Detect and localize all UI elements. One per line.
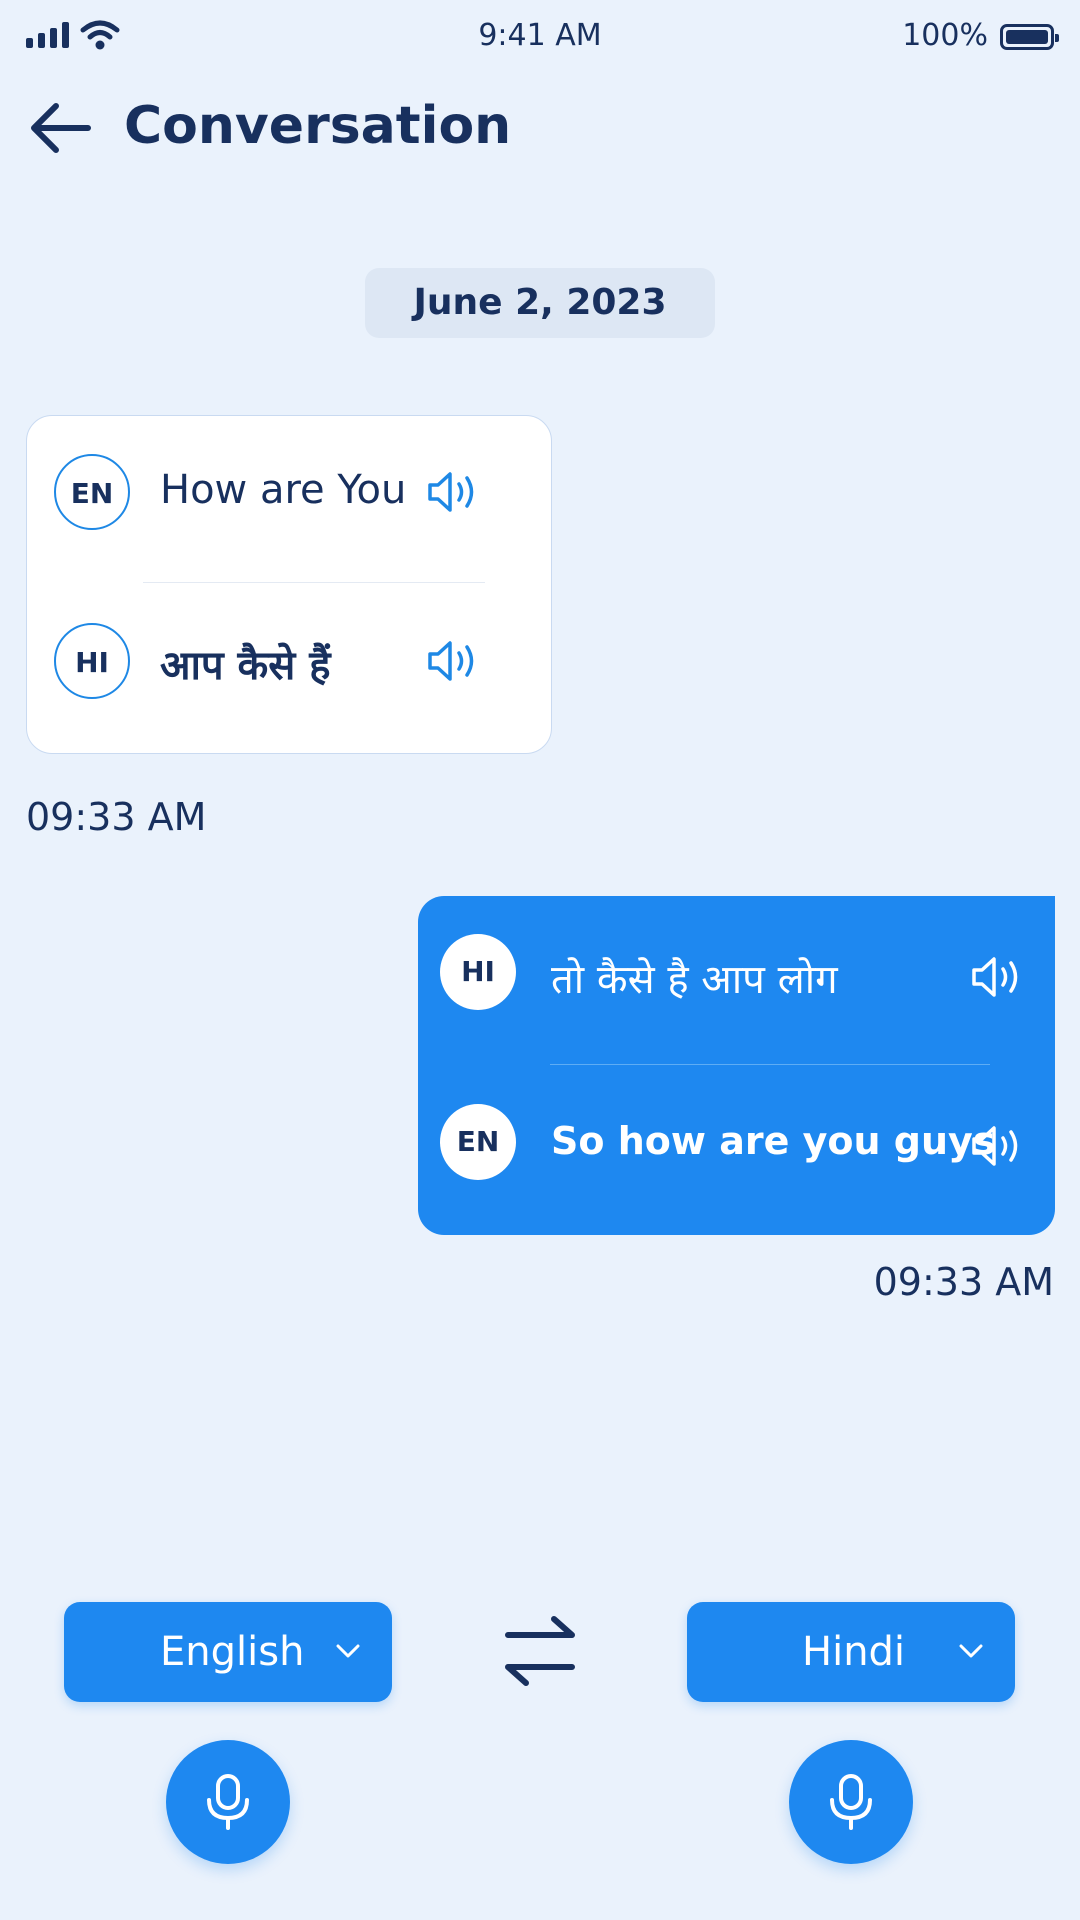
language-badge: HI [54,623,130,699]
message-source-text: तो कैसे है आप लोग [551,957,838,1003]
speaker-icon[interactable] [426,470,482,514]
microphone-icon [207,1774,249,1830]
source-mic-button[interactable] [166,1740,290,1864]
battery-icon [1000,24,1059,50]
target-mic-button[interactable] [789,1740,913,1864]
speaker-icon[interactable] [426,639,482,683]
date-label: June 2, 2023 [365,268,715,338]
chevron-down-icon [959,1644,983,1658]
divider [143,582,485,583]
divider [550,1064,990,1065]
message-translation-text: So how are you guys [551,1119,996,1163]
message-translation-text: आप कैसे हैं [160,643,331,689]
microphone-icon [830,1774,872,1830]
swap-arrows-icon[interactable] [500,1613,580,1689]
chevron-down-icon [336,1644,360,1658]
speaker-icon[interactable] [970,955,1026,999]
battery-percentage: 100% [902,18,988,53]
back-arrow-icon[interactable] [26,100,92,156]
language-label: English [160,1629,305,1675]
target-language-dropdown[interactable]: Hindi [687,1602,1015,1702]
language-label: Hindi [802,1629,906,1675]
language-badge: HI [440,934,516,1010]
page-title: Conversation [124,96,512,156]
source-language-dropdown[interactable]: English [64,1602,392,1702]
message-timestamp: 09:33 AM [873,1260,1054,1304]
message-timestamp: 09:33 AM [26,795,207,839]
message-source-text: How are You [160,467,407,513]
speaker-icon[interactable] [970,1124,1026,1168]
language-badge: EN [54,454,130,530]
language-badge: EN [440,1104,516,1180]
message-card-sent [418,896,1055,1235]
